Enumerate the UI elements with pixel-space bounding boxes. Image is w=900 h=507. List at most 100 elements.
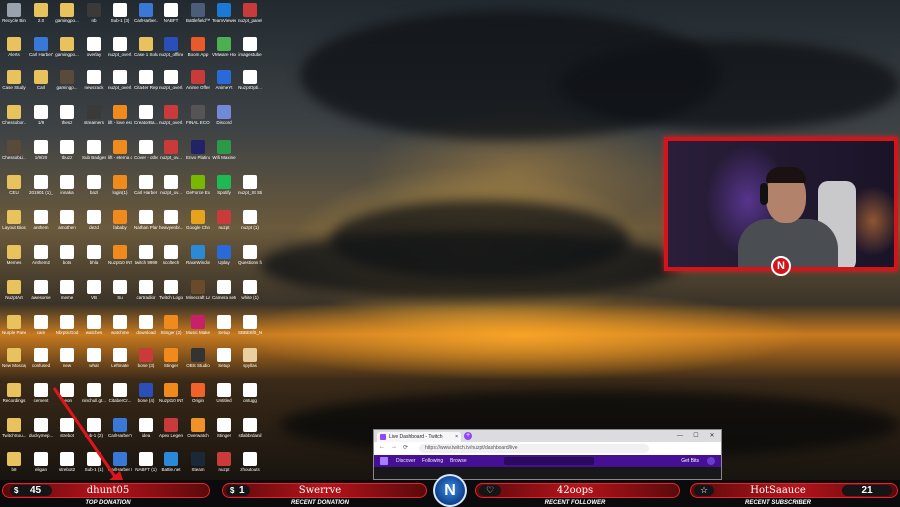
desktop-shortcut[interactable]: Google Chrome xyxy=(186,210,210,230)
nav-discover[interactable]: Discover xyxy=(396,455,415,467)
desktop-shortcut[interactable]: bots xyxy=(55,245,79,265)
desktop-shortcut[interactable]: Anime Offer xyxy=(186,70,210,90)
desktop-shortcut[interactable]: thesz xyxy=(55,105,79,125)
desktop-shortcut[interactable]: lift - love escape (fr... xyxy=(108,105,132,125)
desktop-shortcut[interactable]: CarlHarber... xyxy=(134,3,158,23)
desktop-shortcut[interactable]: Case 1 Solutions xyxy=(134,37,158,57)
desktop-shortcut[interactable]: tbuzz xyxy=(55,140,79,160)
desktop-shortcut[interactable]: twitch 9999 xyxy=(134,245,158,265)
desktop-shortcut[interactable]: Uplay xyxy=(212,245,236,265)
desktop-shortcut[interactable]: NABFT xyxy=(159,3,183,23)
desktop-shortcut[interactable]: what xyxy=(82,348,106,368)
desktop-shortcut[interactable]: Battlefield™ V xyxy=(186,3,210,23)
desktop-shortcut[interactable]: Stinger xyxy=(212,418,236,438)
desktop-shortcut[interactable]: nuzpt_offline xyxy=(159,37,183,57)
back-button[interactable]: ← xyxy=(379,444,385,450)
desktop-shortcut[interactable]: Nuzpt10 INTRO 168 xyxy=(159,383,183,403)
desktop-shortcut[interactable]: Chessobor... xyxy=(2,105,26,125)
desktop-shortcut[interactable]: Music Maker xyxy=(186,315,210,335)
desktop-shortcut[interactable]: Stinger xyxy=(159,348,183,368)
desktop-shortcut[interactable]: OBS Studio xyxy=(186,348,210,368)
desktop-shortcut[interactable]: Layout Bios xyxy=(2,210,26,230)
desktop-shortcut[interactable]: Recycle Bin xyxy=(2,3,26,23)
desktop-shortcut[interactable]: nuzpt_overl... xyxy=(108,37,132,57)
desktop-shortcut[interactable]: nuzpt xyxy=(212,452,236,472)
desktop-shortcut[interactable]: gamingpo... xyxy=(55,3,79,23)
desktop-shortcut[interactable]: Questions for Ross Scott (1) xyxy=(238,245,262,265)
desktop-shortcut[interactable]: nuzpt (1) xyxy=(238,210,262,230)
desktop-shortcut[interactable]: Sub Badges xyxy=(82,140,106,160)
desktop-shortcut[interactable]: spyllas xyxy=(238,348,262,368)
desktop-shortcut[interactable]: Carl Harber's Resume (1) xyxy=(29,37,53,57)
desktop-shortcut[interactable]: Setup xyxy=(212,348,236,368)
desktop-shortcut[interactable]: innaka xyxy=(55,175,79,195)
desktop-shortcut[interactable]: Overwatch xyxy=(186,418,210,438)
desktop-shortcut[interactable]: Steam xyxy=(186,452,210,472)
desktop-shortcut[interactable]: newcrack xyxy=(82,70,106,90)
desktop-shortcut[interactable]: Wifi Maxine xyxy=(212,140,236,160)
desktop-shortcut[interactable]: scoltech xyxy=(159,245,183,265)
desktop-shortcut[interactable]: bazl xyxy=(82,175,106,195)
desktop-shortcut[interactable]: Camera setup xyxy=(212,280,236,300)
desktop-shortcut[interactable]: Battle.net xyxy=(159,452,183,472)
desktop-shortcut[interactable]: confused xyxy=(29,348,53,368)
desktop-shortcut[interactable]: overlay xyxy=(82,37,106,57)
desktop-shortcut[interactable]: Stinger (2) xyxy=(159,315,183,335)
desktop-shortcut[interactable]: nuzpt_panels xyxy=(238,3,262,23)
desktop-shortcut[interactable]: CreatorBa... xyxy=(134,105,158,125)
desktop-shortcut[interactable]: dezd xyxy=(82,210,106,230)
desktop-shortcut[interactable]: cam xyxy=(29,315,53,335)
new-tab-button[interactable]: + xyxy=(464,432,472,440)
desktop-shortcut[interactable]: b8 xyxy=(2,452,26,472)
desktop-shortcut[interactable]: Discord xyxy=(212,105,236,125)
desktop-shortcut[interactable]: bhla xyxy=(82,245,106,265)
desktop-shortcut[interactable]: download xyxy=(134,315,158,335)
desktop-shortcut[interactable]: fababy xyxy=(108,210,132,230)
desktop-shortcut[interactable]: Carl Harber Resume xyxy=(134,175,158,195)
desktop-shortcut[interactable]: Cover - other images xyxy=(134,140,158,160)
desktop-shortcut[interactable]: gamingp... xyxy=(55,70,79,90)
desktop-shortcut[interactable]: nuzpt_ov... xyxy=(159,175,183,195)
forward-button[interactable]: → xyxy=(391,444,397,450)
desktop-shortcut[interactable]: white (1) xyxy=(238,280,262,300)
desktop-shortcut[interactable]: 1/9 xyxy=(29,105,53,125)
address-bar[interactable]: https://www.twitch.tv/nuzpt/dashboard/li… xyxy=(419,444,649,453)
desktop-shortcut[interactable]: Anthem2 xyxy=(29,245,53,265)
desktop-shortcut[interactable]: FINAL ECOMP (1) xyxy=(186,105,210,125)
desktop-shortcut[interactable]: awesome xyxy=(29,280,53,300)
desktop-shortcut[interactable]: GeForce Experience xyxy=(186,175,210,195)
desktop-shortcut[interactable]: lift - eterna de gonfon xyxy=(108,140,132,160)
desktop-shortcut[interactable]: New Moscaped xyxy=(2,348,26,368)
desktop-shortcut[interactable]: nuzpt_St Stickers (1) xyxy=(238,175,262,195)
desktop-shortcut[interactable]: CEU xyxy=(2,175,26,195)
browser-window[interactable]: Live Dashboard - Twitch × + — ☐ ✕ ← → ⟳ … xyxy=(373,429,722,480)
desktop-shortcut[interactable]: idea xyxy=(134,418,158,438)
nav-following[interactable]: Following xyxy=(422,455,443,467)
twitch-logo-icon[interactable] xyxy=(380,457,388,465)
desktop-shortcut[interactable]: Nathan Plan Copy xyxy=(134,210,158,230)
desktop-shortcut[interactable]: SBBE6f0_N... xyxy=(238,315,262,335)
desktop-shortcut[interactable]: nb xyxy=(82,3,106,23)
desktop-shortcut[interactable]: nuzpt_overl... xyxy=(159,70,183,90)
desktop-shortcut[interactable]: heavyenbr... xyxy=(159,210,183,230)
desktop-shortcut[interactable]: bone (3) xyxy=(134,348,158,368)
desktop-shortcut[interactable]: Envo Platinum xyxy=(186,140,210,160)
maximize-button[interactable]: ☐ xyxy=(689,430,703,442)
desktop-shortcut[interactable]: Minecraft Launcher xyxy=(186,280,210,300)
desktop-shortcut[interactable]: Leftmate xyxy=(108,348,132,368)
desktop-shortcut[interactable]: new xyxy=(55,348,79,368)
minimize-button[interactable]: — xyxy=(673,430,687,442)
desktop-shortcut[interactable]: Su xyxy=(108,280,132,300)
desktop-shortcut[interactable]: Setup xyxy=(212,315,236,335)
desktop-shortcut[interactable]: RaxeWindow xyxy=(186,245,210,265)
desktop-shortcut[interactable]: nuzpt_overl... xyxy=(108,70,132,90)
desktop-shortcut[interactable]: Memes xyxy=(2,245,26,265)
desktop-shortcut[interactable]: Nuzpt10 INTRO 164 xyxy=(108,245,132,265)
desktop-shortcut[interactable]: VMware Horiz... xyxy=(212,37,236,57)
browser-tab-twitch-dashboard[interactable]: Live Dashboard - Twitch × xyxy=(377,432,461,442)
desktop-shortcut[interactable]: Carl xyxy=(29,70,53,90)
desktop-shortcut[interactable]: streamers xyxy=(82,105,106,125)
desktop-shortcut[interactable]: 201901 (1)_... xyxy=(29,175,53,195)
nav-browse[interactable]: Browse xyxy=(450,455,467,467)
desktop-shortcut[interactable]: anthem xyxy=(29,210,53,230)
